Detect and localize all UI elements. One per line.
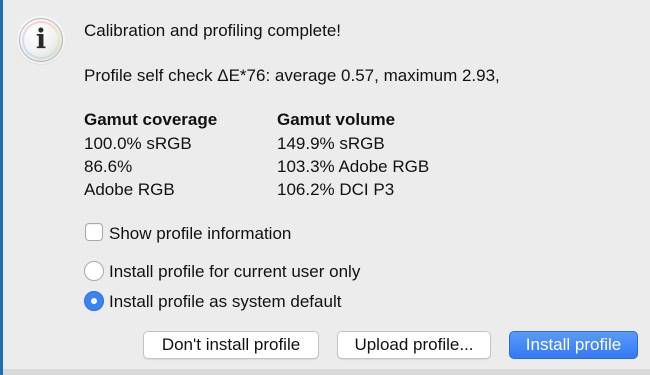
dialog-headline: Calibration and profiling complete! — [84, 21, 342, 40]
install-system-default-label[interactable]: Install profile as system default — [109, 292, 341, 312]
gamut-coverage-value: Adobe RGB — [84, 180, 175, 199]
info-icon: i — [19, 18, 63, 62]
window-bottom-edge — [3, 369, 650, 375]
install-profile-button[interactable]: Install profile — [509, 331, 638, 359]
gamut-coverage-value: 100.0% sRGB — [84, 134, 192, 153]
install-system-default-radio[interactable] — [84, 291, 104, 311]
show-profile-info-checkbox[interactable] — [85, 223, 103, 241]
gamut-coverage-value: 86.6% — [84, 157, 133, 176]
upload-profile-button[interactable]: Upload profile... — [337, 331, 491, 359]
gamut-volume-value: 149.9% sRGB — [277, 134, 385, 153]
calibration-complete-dialog: i Calibration and profiling complete! Pr… — [0, 0, 650, 375]
install-current-user-label[interactable]: Install profile for current user only — [109, 262, 360, 282]
install-current-user-radio[interactable] — [84, 261, 104, 281]
dont-install-profile-button[interactable]: Don't install profile — [143, 331, 319, 359]
gamut-coverage-header: Gamut coverage — [84, 110, 218, 129]
self-check-summary: Profile self check ΔE*76: average 0.57, … — [84, 66, 500, 85]
info-icon-glyph: i — [35, 24, 47, 55]
gamut-volume-value: 106.2% DCI P3 — [277, 180, 395, 199]
gamut-volume-header: Gamut volume — [277, 110, 396, 129]
show-profile-info-label[interactable]: Show profile information — [109, 224, 291, 244]
gamut-volume-value: 103.3% Adobe RGB — [277, 157, 430, 176]
